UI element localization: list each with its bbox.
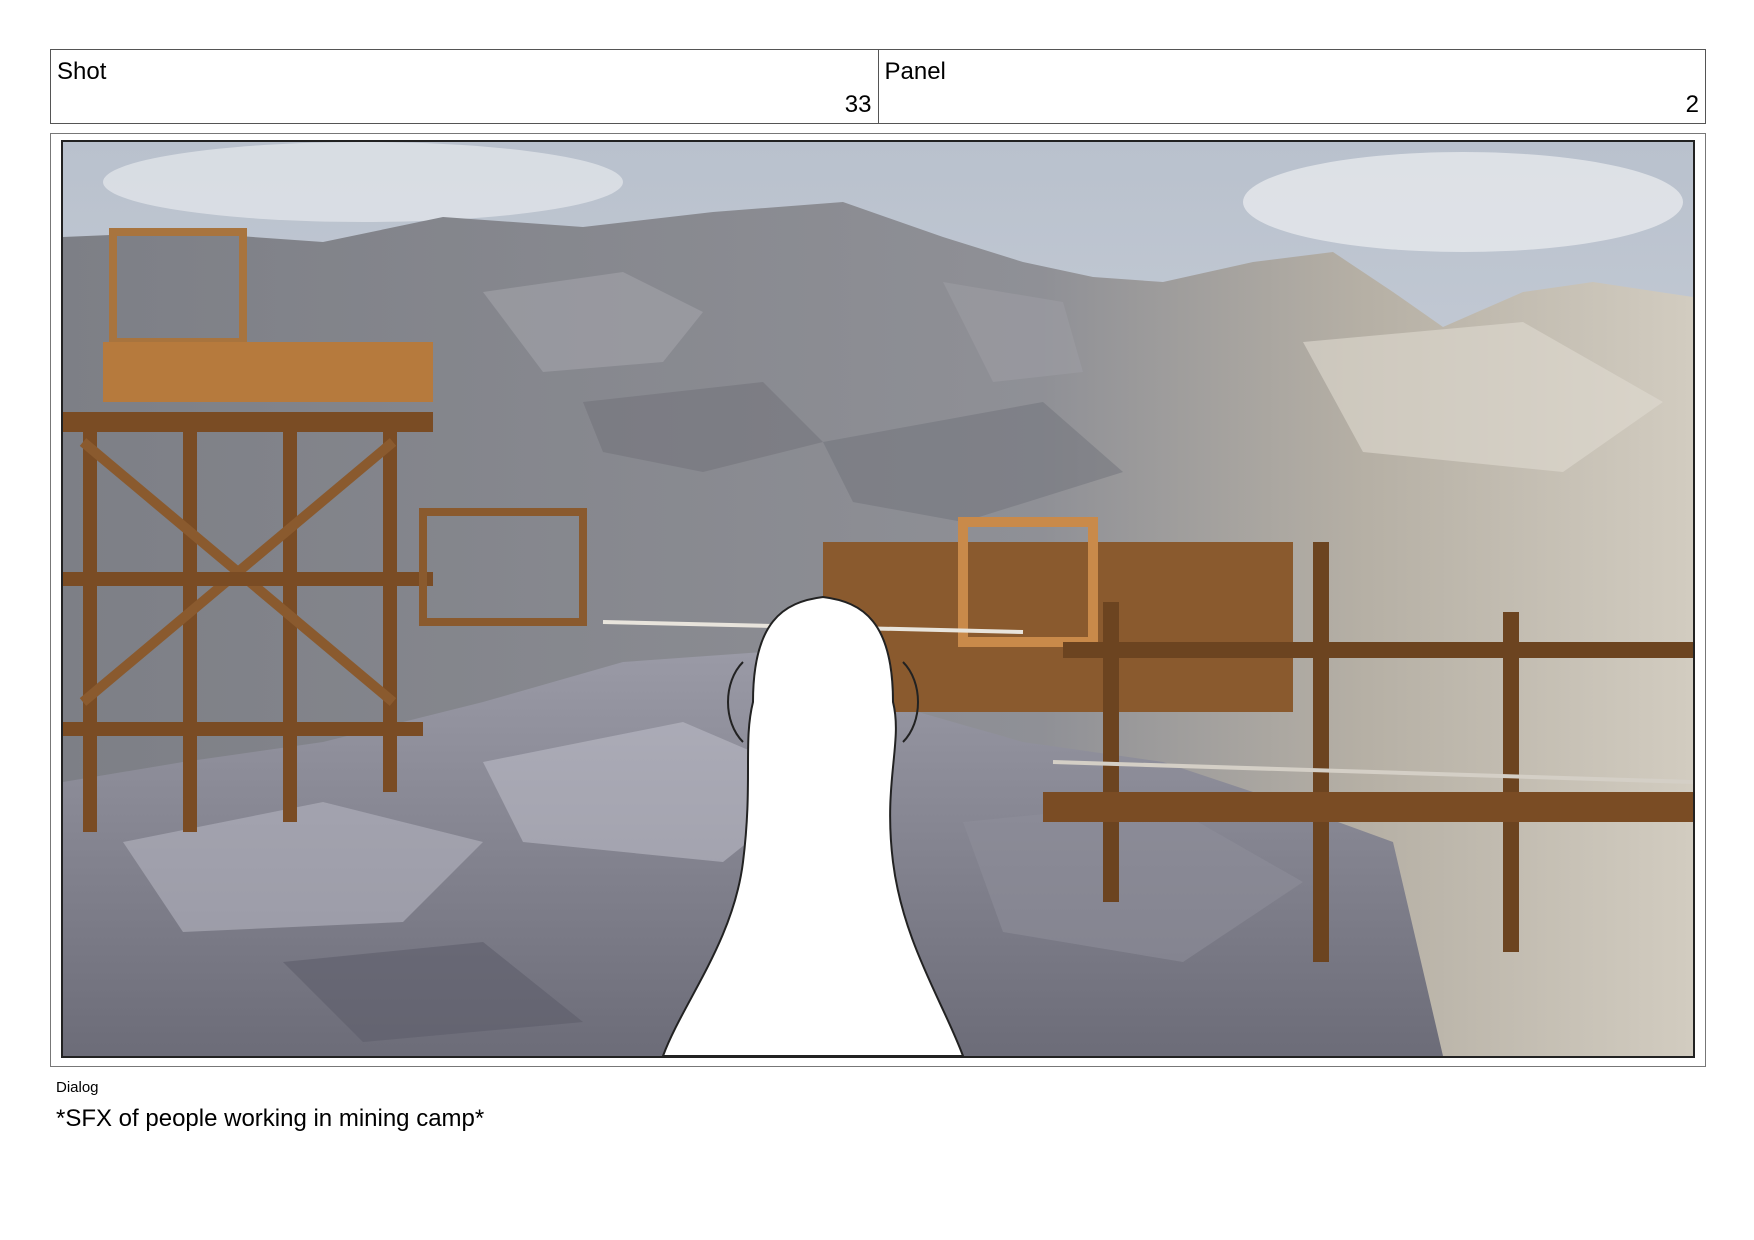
- shot-number: 33: [844, 91, 872, 118]
- panel-number: 2: [1685, 91, 1699, 118]
- dialog-label: Dialog: [56, 1079, 99, 1096]
- panel-label: Panel: [884, 58, 946, 85]
- storyboard-image: [63, 142, 1693, 1056]
- panel-cell: Panel 2: [877, 50, 1706, 123]
- shot-panel-header: Shot 33 Panel 2: [50, 49, 1706, 124]
- shot-cell: Shot 33: [51, 50, 878, 123]
- dialog-text: *SFX of people working in mining camp*: [56, 1105, 485, 1132]
- storyboard-frame: [61, 140, 1695, 1058]
- shot-label: Shot: [57, 58, 107, 85]
